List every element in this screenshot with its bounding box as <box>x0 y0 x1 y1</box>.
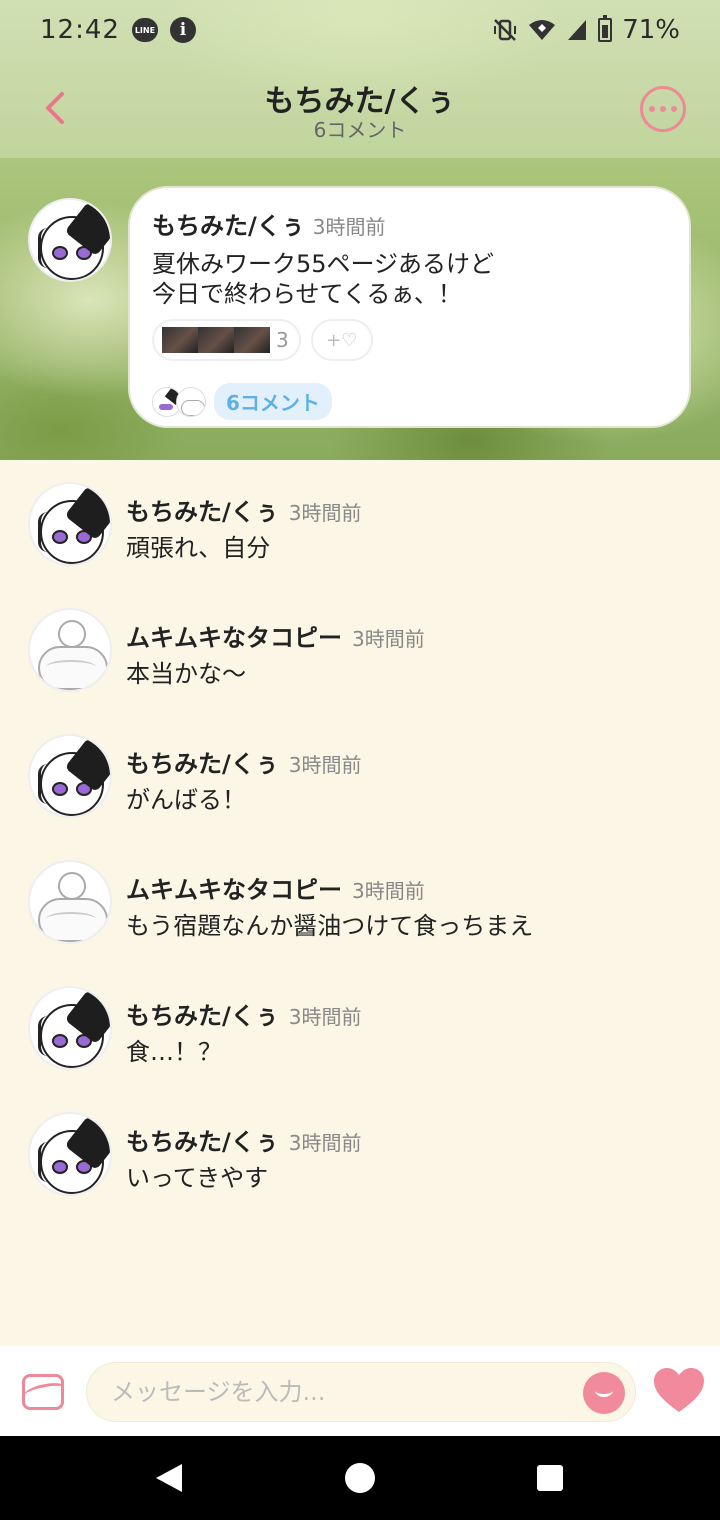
comment-item: ムキムキなタコピー 3時間前 もう宿題なんか醤油つけて食っちまえ <box>28 860 688 960</box>
comment-text: 本当かな〜 <box>126 660 246 688</box>
nav-back-icon[interactable] <box>156 1464 182 1492</box>
mute-vibrate-icon <box>494 19 517 41</box>
message-input[interactable] <box>111 1363 571 1421</box>
post-card: もちみた/くぅ 3時間前 夏休みワーク55ページあるけど 今日で終わらせてくるぁ、… <box>128 186 691 428</box>
comment-text: もう宿題なんか醤油つけて食っちまえ <box>126 912 534 940</box>
comment-count-tag[interactable]: 6コメント <box>214 383 332 420</box>
comment-avatar[interactable] <box>28 482 112 566</box>
dot-icon <box>649 106 655 112</box>
nav-recents-icon[interactable] <box>537 1465 563 1491</box>
post-author-name[interactable]: もちみた/くぅ <box>152 212 305 240</box>
comment-author: もちみた/くぅ 3時間前 <box>126 1002 362 1030</box>
reaction-count: 3 <box>276 328 289 352</box>
comment-text: 頑張れ、自分 <box>126 534 271 562</box>
post-author-avatar[interactable] <box>28 198 112 282</box>
dot-icon <box>660 106 666 112</box>
comment-text: 食…！？ <box>126 1038 222 1066</box>
comment-item: ムキムキなタコピー 3時間前 本当かな〜 <box>28 608 688 708</box>
comment-author: ムキムキなタコピー 3時間前 <box>126 624 425 652</box>
image-picker-icon[interactable] <box>22 1374 64 1410</box>
add-reaction-button[interactable]: +♡ <box>310 319 373 361</box>
comment-item: もちみた/くぅ 3時間前 頑張れ、自分 <box>28 482 688 582</box>
comment-time: 3時間前 <box>288 1005 362 1029</box>
battery-percent: 71% <box>622 15 680 45</box>
comment-avatar[interactable] <box>28 860 112 944</box>
comment-avatar[interactable] <box>28 608 112 692</box>
comment-item: もちみた/くぅ 3時間前 いってきやす <box>28 1112 688 1212</box>
info-icon: i <box>169 17 196 43</box>
nav-home-icon[interactable] <box>345 1463 375 1493</box>
status-bar: 12:42 LINE i 71% <box>0 0 720 60</box>
message-input-container <box>86 1362 636 1422</box>
post-time: 3時間前 <box>312 215 386 239</box>
comment-author: ムキムキなタコピー 3時間前 <box>126 876 425 904</box>
dot-icon <box>671 106 677 112</box>
comment-author: もちみた/くぅ 3時間前 <box>126 498 362 526</box>
post-message: 夏休みワーク55ページあるけど 今日で終わらせてくるぁ、！ <box>152 250 495 308</box>
comment-avatar[interactable] <box>28 986 112 1070</box>
comment-author: もちみた/くぅ 3時間前 <box>126 750 362 778</box>
comment-time: 3時間前 <box>352 627 425 651</box>
comment-item: もちみた/くぅ 3時間前 がんばる！ <box>28 734 688 834</box>
comment-time: 3時間前 <box>288 1131 362 1155</box>
reaction-summary[interactable]: 3 <box>152 319 301 361</box>
emoji-button[interactable] <box>583 1372 625 1414</box>
heart-icon[interactable] <box>652 1366 706 1416</box>
commenter-avatar <box>176 386 206 417</box>
status-time: 12:42 <box>40 15 120 45</box>
wifi-icon <box>529 20 556 40</box>
more-options-button[interactable] <box>640 86 686 132</box>
page-subtitle: 6コメント <box>313 118 407 142</box>
comment-item: もちみた/くぅ 3時間前 食…！？ <box>28 986 688 1086</box>
comment-author: もちみた/くぅ 3時間前 <box>126 1128 362 1156</box>
comment-time: 3時間前 <box>288 753 362 777</box>
signal-icon <box>568 20 587 40</box>
battery-icon <box>598 15 613 42</box>
comment-text: いってきやす <box>126 1164 269 1192</box>
comment-time: 3時間前 <box>288 501 362 525</box>
line-icon: LINE <box>131 18 158 42</box>
comment-avatar[interactable] <box>28 1112 112 1196</box>
comment-text: がんばる！ <box>126 786 246 814</box>
comment-avatar[interactable] <box>28 734 112 818</box>
comment-time: 3時間前 <box>352 879 425 903</box>
reactor-thumbnails <box>162 327 270 353</box>
